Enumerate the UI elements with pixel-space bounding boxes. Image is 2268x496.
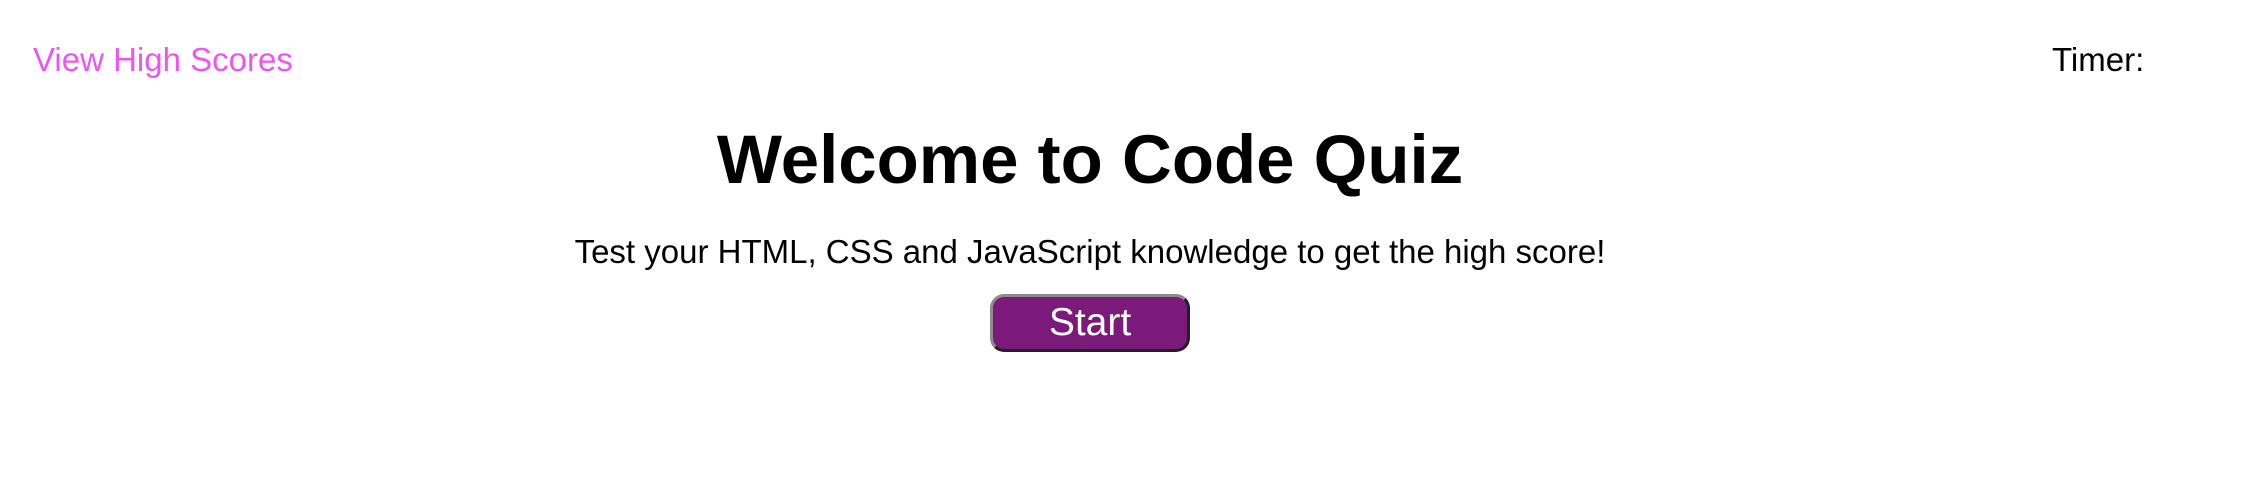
page-header: View High Scores Timer: xyxy=(0,0,2268,100)
start-screen: Welcome to Code Quiz Test your HTML, CSS… xyxy=(0,118,2180,352)
quiz-description: Test your HTML, CSS and JavaScript knowl… xyxy=(574,233,1606,270)
timer: Timer: xyxy=(2052,40,2152,80)
page-title: Welcome to Code Quiz xyxy=(716,121,1464,198)
timer-label: Timer: xyxy=(2052,41,2145,78)
start-button[interactable]: Start xyxy=(990,294,1190,352)
view-high-scores-link[interactable]: View High Scores xyxy=(33,40,293,80)
